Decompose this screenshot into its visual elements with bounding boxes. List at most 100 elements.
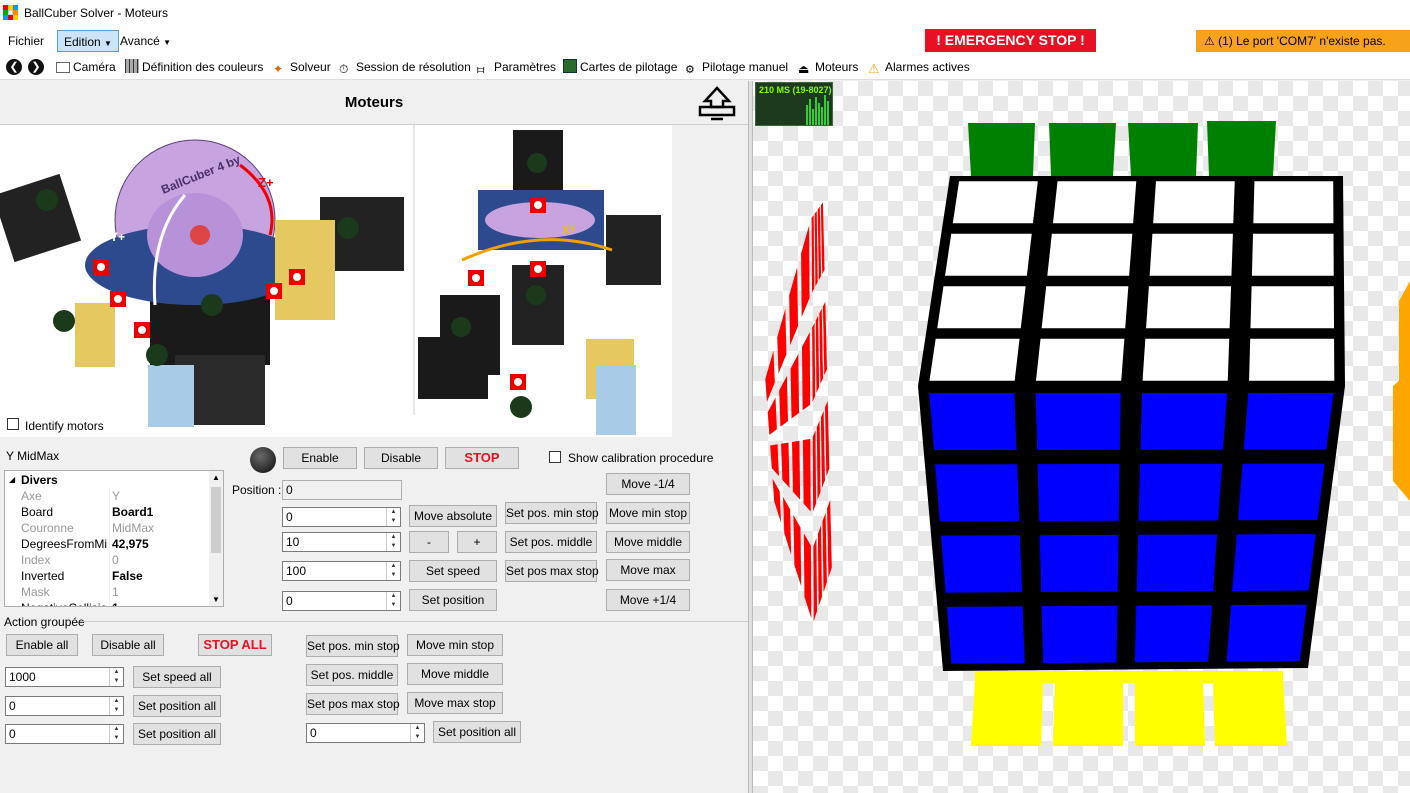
- move-min-stop-button[interactable]: Move min stop: [606, 502, 690, 524]
- eject-icon[interactable]: [697, 85, 737, 121]
- property-row[interactable]: Board Board1: [5, 504, 211, 520]
- toolbar-colors[interactable]: Définition des couleurs: [125, 58, 263, 76]
- spin-arrows-icon[interactable]: ▲ ▼: [386, 533, 400, 551]
- disable-all-button[interactable]: Disable all: [92, 634, 164, 656]
- toolbar-motors[interactable]: ⏏ Moteurs: [798, 58, 858, 76]
- set-pos-max-stop-button[interactable]: Set pos max stop: [505, 560, 599, 582]
- toolbar-manual[interactable]: ⚙ Pilotage manuel: [685, 58, 788, 76]
- group-move-middle-button[interactable]: Move middle: [407, 663, 503, 685]
- property-grid[interactable]: ◢ Divers Axe Y Board Board1 Couronne MidMax De…: [4, 470, 224, 607]
- group-move-max-stop-button[interactable]: Move max stop: [407, 692, 503, 714]
- property-value[interactable]: MidMax: [109, 520, 209, 536]
- move-absolute-input[interactable]: 0 ▲ ▼: [282, 507, 401, 527]
- group-set-pos-min-stop-button[interactable]: Set pos. min stop: [306, 635, 400, 657]
- property-value[interactable]: 1: [109, 584, 209, 600]
- property-row[interactable]: Index 0: [5, 552, 211, 568]
- scroll-down-icon[interactable]: ▼: [212, 595, 220, 604]
- menu-avance[interactable]: Avancé ▼: [114, 30, 177, 52]
- property-row[interactable]: DegreesFromMid 42,975: [5, 536, 211, 552]
- position-all-value-1: 0: [9, 699, 16, 713]
- toolbar-alarms[interactable]: ⚠ Alarmes actives: [868, 58, 970, 76]
- group-title: Action groupée: [4, 615, 85, 629]
- set-speed-all-button[interactable]: Set speed all: [133, 666, 221, 688]
- move-plus-quarter-button[interactable]: Move +1/4: [606, 589, 690, 611]
- cube-sticker-blue: [1226, 604, 1307, 662]
- property-category[interactable]: ◢ Divers: [5, 472, 211, 488]
- cube-reflection-red: [820, 202, 825, 275]
- set-position-all-button-3[interactable]: Set position all: [433, 721, 521, 743]
- menu-fichier[interactable]: Fichier: [2, 30, 50, 52]
- minus-button[interactable]: -: [409, 531, 449, 553]
- move-absolute-button[interactable]: Move absolute: [409, 505, 497, 527]
- move-max-button[interactable]: Move max: [606, 559, 690, 581]
- stop-all-button[interactable]: STOP ALL: [198, 634, 272, 656]
- spin-arrows-icon[interactable]: ▲ ▼: [410, 724, 424, 742]
- cube-reflection-yellow: [975, 671, 1283, 683]
- group-set-pos-middle-button[interactable]: Set pos. middle: [306, 664, 398, 686]
- cube-sticker-blue: [1035, 393, 1121, 450]
- emergency-stop-button[interactable]: ! EMERGENCY STOP !: [925, 29, 1096, 52]
- set-position-input[interactable]: 0 ▲ ▼: [282, 591, 401, 611]
- warning-bar[interactable]: ⚠ (1) Le port 'COM7' n'existe pas.: [1196, 30, 1410, 52]
- scroll-up-icon[interactable]: ▲: [212, 473, 220, 482]
- spin-arrows-icon[interactable]: ▲ ▼: [109, 725, 123, 743]
- group-set-pos-max-stop-button[interactable]: Set pos max stop: [306, 693, 400, 715]
- cube-reflection-red: [822, 512, 827, 592]
- property-value[interactable]: 1: [109, 600, 209, 606]
- set-position-button[interactable]: Set position: [409, 589, 497, 611]
- set-position-all-button-1[interactable]: Set position all: [133, 695, 221, 717]
- set-pos-middle-button[interactable]: Set pos. middle: [505, 531, 597, 553]
- property-value[interactable]: Board1: [109, 504, 209, 520]
- spin-arrows-icon[interactable]: ▲ ▼: [109, 697, 123, 715]
- enable-all-button[interactable]: Enable all: [6, 634, 78, 656]
- speed-all-input[interactable]: 1000 ▲ ▼: [5, 667, 124, 687]
- move-minus-quarter-button[interactable]: Move -1/4: [606, 473, 690, 495]
- property-row[interactable]: Inverted False: [5, 568, 211, 584]
- step-value: 10: [286, 535, 300, 549]
- spin-arrows-icon[interactable]: ▲ ▼: [386, 562, 400, 580]
- manual-icon: ⚙: [685, 64, 695, 76]
- toolbar-params-label: Paramètres: [494, 60, 557, 74]
- step-input[interactable]: 10 ▲ ▼: [282, 532, 401, 552]
- cube-view[interactable]: [753, 81, 1410, 793]
- property-value[interactable]: 0: [109, 552, 209, 568]
- spin-arrows-icon[interactable]: ▲ ▼: [386, 592, 400, 610]
- plus-button[interactable]: +: [457, 531, 497, 553]
- toolbar-boards[interactable]: Cartes de pilotage: [563, 58, 677, 76]
- speed-input[interactable]: 100 ▲ ▼: [282, 561, 401, 581]
- property-row[interactable]: Mask 1: [5, 584, 211, 600]
- disable-button[interactable]: Disable: [364, 447, 438, 469]
- property-row[interactable]: Couronne MidMax: [5, 520, 211, 536]
- property-value[interactable]: 42,975: [109, 536, 209, 552]
- position-all-input-2[interactable]: 0 ▲ ▼: [5, 724, 124, 744]
- toolbar-params[interactable]: ⧦ Paramètres: [477, 58, 556, 76]
- stop-button[interactable]: STOP: [445, 447, 519, 469]
- identify-motors-checkbox[interactable]: [7, 418, 19, 430]
- cube-reflection-red: [790, 353, 800, 419]
- forward-icon[interactable]: ❯: [28, 59, 44, 75]
- group-move-min-stop-button[interactable]: Move min stop: [407, 634, 503, 656]
- property-scrollbar[interactable]: ▲ ▼: [209, 471, 223, 606]
- menu-edition[interactable]: Edition ▼: [57, 30, 119, 52]
- set-speed-button[interactable]: Set speed: [409, 560, 497, 582]
- spin-arrows-icon[interactable]: ▲ ▼: [109, 668, 123, 686]
- collapse-icon[interactable]: ◢: [9, 472, 15, 488]
- enable-button[interactable]: Enable: [283, 447, 357, 469]
- property-row[interactable]: Axe Y: [5, 488, 211, 504]
- toolbar-session[interactable]: ⏱ Session de résolution: [339, 58, 471, 76]
- toolbar-solver[interactable]: ✦ Solveur: [273, 58, 331, 76]
- toolbar-camera[interactable]: Caméra: [56, 58, 116, 76]
- calibration-checkbox[interactable]: [549, 451, 561, 463]
- position-all-input-3[interactable]: 0 ▲ ▼: [306, 723, 425, 743]
- scroll-thumb[interactable]: [211, 487, 221, 553]
- property-value[interactable]: Y: [109, 488, 209, 504]
- property-row[interactable]: NegativeCollision1: [5, 600, 211, 606]
- back-icon[interactable]: ❮: [6, 59, 22, 75]
- position-all-input-1[interactable]: 0 ▲ ▼: [5, 696, 124, 716]
- property-value[interactable]: False: [109, 568, 209, 584]
- chevron-down-icon: ▼: [104, 39, 112, 48]
- set-position-all-button-2[interactable]: Set position all: [133, 723, 221, 745]
- spin-arrows-icon[interactable]: ▲ ▼: [386, 508, 400, 526]
- move-middle-button[interactable]: Move middle: [606, 531, 690, 553]
- set-pos-min-stop-button[interactable]: Set pos. min stop: [505, 502, 599, 524]
